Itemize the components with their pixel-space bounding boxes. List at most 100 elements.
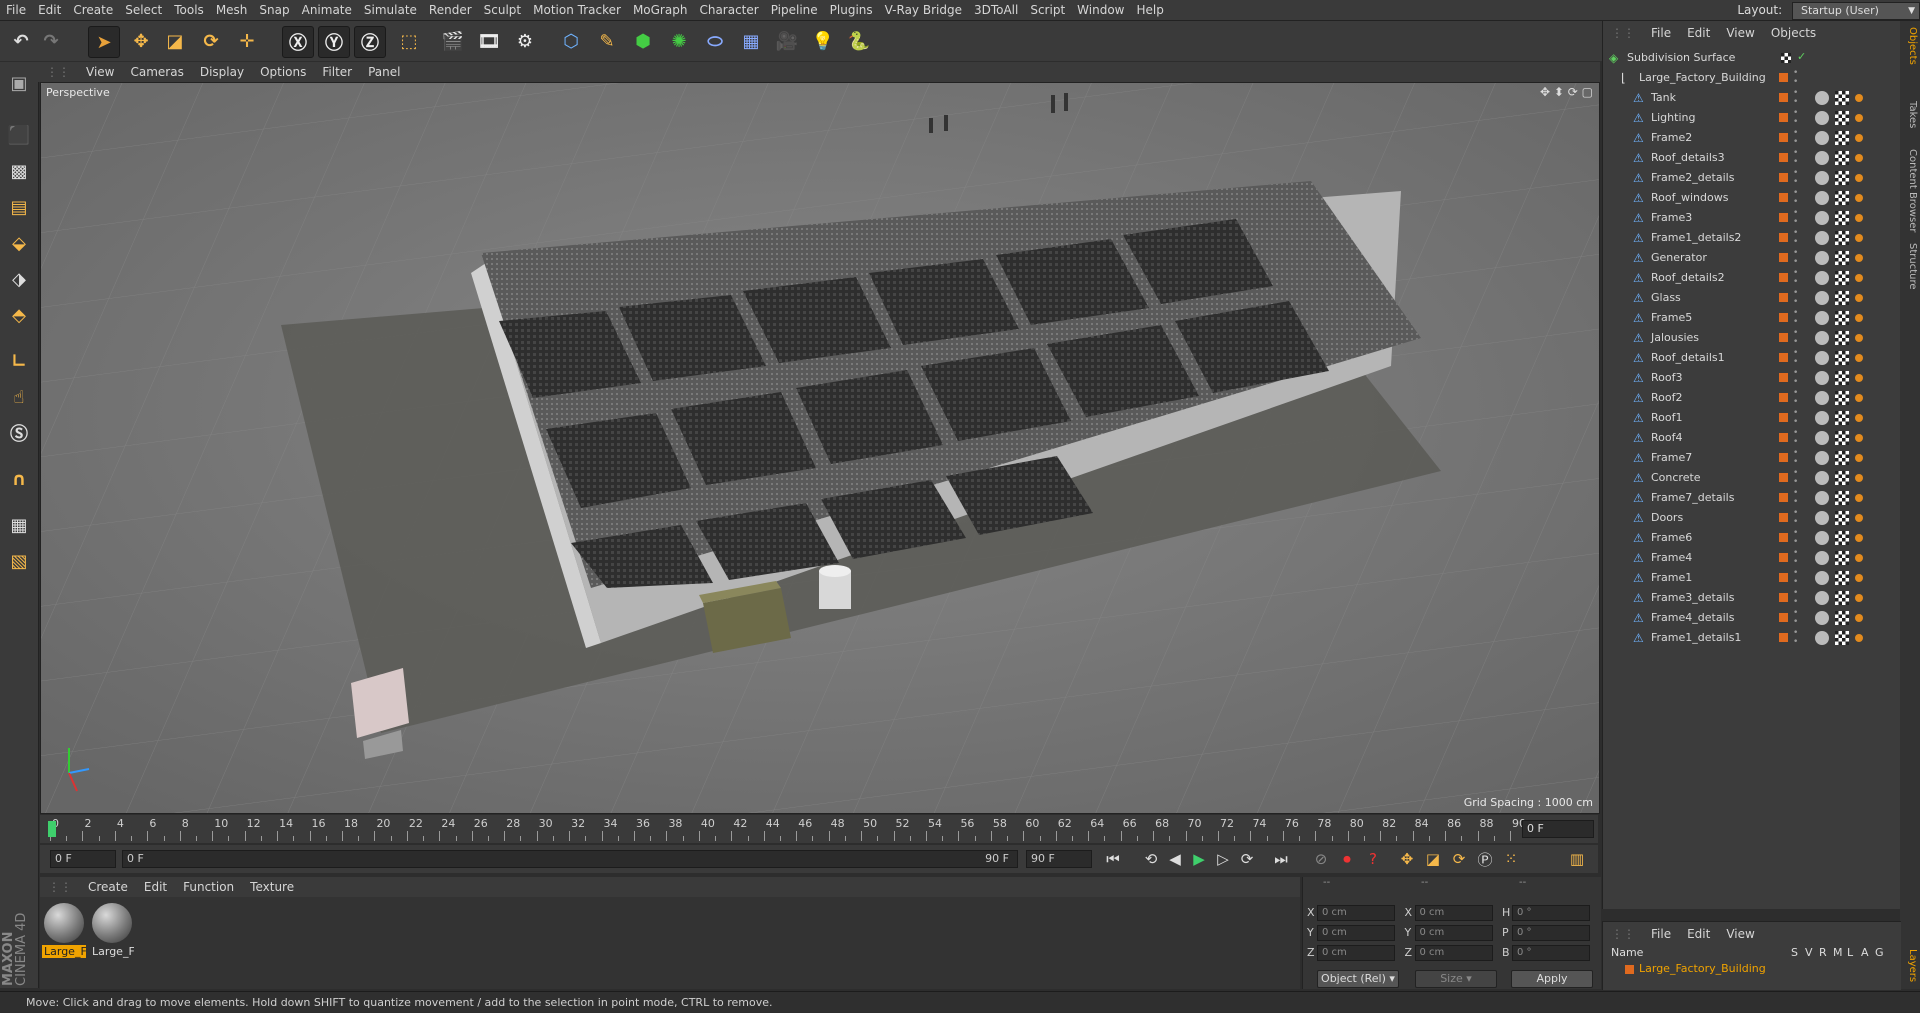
record-keys-icon[interactable]: ⊘ (1310, 848, 1332, 870)
texture-tag-icon[interactable] (1835, 591, 1849, 605)
visibility-dots-icon[interactable]: • • (1793, 409, 1798, 427)
layer-tag-icon[interactable] (1779, 213, 1788, 222)
material-menu-create[interactable]: Create (80, 877, 136, 897)
menu-snap[interactable]: Snap (253, 0, 295, 20)
pen-icon[interactable]: ✎ (592, 26, 622, 56)
size-z-field[interactable]: 0 cm (1414, 945, 1493, 961)
texture-tag-icon[interactable] (1835, 471, 1849, 485)
phong-tag-icon[interactable] (1855, 254, 1863, 262)
texture-tag-icon[interactable] (1835, 171, 1849, 185)
enabled-check-icon[interactable]: ✓ (1797, 50, 1806, 63)
visibility-dots-icon[interactable]: • • (1793, 369, 1798, 387)
viewport-nav-icons[interactable]: ✥ ⬍ ⟳ ▢ (1540, 85, 1593, 99)
layer-tag-icon[interactable] (1779, 433, 1788, 442)
visibility-dots-icon[interactable]: • • (1793, 189, 1798, 207)
object-row-frame3-details[interactable]: ⚠ Frame3_details • • (1603, 588, 1901, 608)
phong-tag-icon[interactable] (1855, 334, 1863, 342)
object-row-frame6[interactable]: ⚠ Frame6 • • (1603, 528, 1901, 548)
key-rotation-icon[interactable]: ⟳ (1448, 848, 1470, 870)
subdivision-icon[interactable]: ⬢ (628, 26, 658, 56)
object-row-doors[interactable]: ⚠ Doors • • (1603, 508, 1901, 528)
layer-tag-icon[interactable] (1779, 73, 1788, 82)
object-row-concrete[interactable]: ⚠ Concrete • • (1603, 468, 1901, 488)
object-row-frame1[interactable]: ⚠ Frame1 • • (1603, 568, 1901, 588)
visibility-dots-icon[interactable]: • • (1793, 349, 1798, 367)
phong-tag-icon[interactable] (1855, 554, 1863, 562)
visibility-dots-icon[interactable]: • • (1793, 309, 1798, 327)
menu-3dtoall[interactable]: 3DToAll (968, 0, 1024, 20)
texture-tag-icon[interactable] (1835, 391, 1849, 405)
timeline-ruler[interactable]: 0246810121416182022242628303234363840424… (50, 815, 1530, 843)
material-tag-icon[interactable] (1815, 191, 1829, 205)
render-picture-viewer-icon[interactable]: 🎞 (474, 26, 504, 56)
object-row-lighting[interactable]: ⚠ Lighting • • (1603, 108, 1901, 128)
visibility-dots-icon[interactable]: • • (1793, 269, 1798, 287)
deformer-icon[interactable]: ⬭ (700, 26, 730, 56)
visibility-dots-icon[interactable]: • • (1793, 69, 1798, 87)
phong-tag-icon[interactable] (1855, 374, 1863, 382)
phong-tag-icon[interactable] (1855, 574, 1863, 582)
undo-icon[interactable]: ↶ (6, 26, 36, 56)
viewport-menu-filter[interactable]: Filter (314, 62, 360, 82)
material-tag-icon[interactable] (1815, 291, 1829, 305)
menu-sculpt[interactable]: Sculpt (478, 0, 527, 20)
size-y-field[interactable]: 0 cm (1414, 925, 1493, 941)
material-swatch[interactable]: Large_F (90, 901, 134, 958)
layer-tag-icon[interactable] (1779, 613, 1788, 622)
workplane-grid-icon[interactable]: ▦ (4, 510, 34, 540)
phong-tag-icon[interactable] (1855, 414, 1863, 422)
layer-tag-icon[interactable] (1779, 573, 1788, 582)
visibility-dots-icon[interactable]: • • (1793, 569, 1798, 587)
object-row-frame7-details[interactable]: ⚠ Frame7_details • • (1603, 488, 1901, 508)
current-frame-field[interactable]: 0 F (1522, 820, 1594, 838)
visibility-dots-icon[interactable]: • • (1793, 529, 1798, 547)
snap-magnet-icon[interactable]: ∩ (4, 464, 34, 494)
light-icon[interactable]: 💡 (808, 26, 838, 56)
model-mode-icon[interactable]: ⬛ (4, 120, 34, 150)
texture-tag-icon[interactable] (1835, 571, 1849, 585)
layer-tag-icon[interactable] (1779, 273, 1788, 282)
phong-tag-icon[interactable] (1855, 534, 1863, 542)
texture-tag-icon[interactable] (1835, 291, 1849, 305)
position-x-field[interactable]: 0 cm (1317, 905, 1395, 921)
redo-icon[interactable]: ↷ (36, 26, 66, 56)
quantize-icon[interactable]: ▧ (4, 546, 34, 576)
layer-tag-icon[interactable] (1779, 353, 1788, 362)
material-tag-icon[interactable] (1815, 591, 1829, 605)
visibility-dots-icon[interactable]: • • (1793, 249, 1798, 267)
object-row-roof2[interactable]: ⚠ Roof2 • • (1603, 388, 1901, 408)
visibility-dots-icon[interactable]: • • (1793, 549, 1798, 567)
menu-simulate[interactable]: Simulate (358, 0, 423, 20)
layer-menu-edit[interactable]: Edit (1679, 925, 1718, 943)
material-tag-icon[interactable] (1815, 91, 1829, 105)
texture-tag-icon[interactable] (1835, 311, 1849, 325)
object-row-frame4-details[interactable]: ⚠ Frame4_details • • (1603, 608, 1901, 628)
layer-tag-icon[interactable] (1779, 293, 1788, 302)
texture-tag-icon[interactable] (1835, 151, 1849, 165)
menu-mesh[interactable]: Mesh (210, 0, 254, 20)
material-tag-icon[interactable] (1815, 131, 1829, 145)
texture-tag-icon[interactable] (1835, 451, 1849, 465)
texture-tag-icon[interactable] (1835, 551, 1849, 565)
keyframe-selection-icon[interactable]: ? (1362, 848, 1384, 870)
layer-tag-icon[interactable] (1779, 593, 1788, 602)
object-row-frame7[interactable]: ⚠ Frame7 • • (1603, 448, 1901, 468)
texture-tag-icon[interactable] (1835, 251, 1849, 265)
phong-tag-icon[interactable] (1855, 274, 1863, 282)
visibility-dots-icon[interactable]: • • (1793, 609, 1798, 627)
viewport-menu-panel[interactable]: Panel (360, 62, 408, 82)
layer-tag-icon[interactable] (1779, 533, 1788, 542)
texture-mode-icon[interactable]: ▩ (4, 156, 34, 186)
visibility-dots-icon[interactable]: • • (1793, 329, 1798, 347)
material-tag-icon[interactable] (1815, 611, 1829, 625)
polygons-mode-icon[interactable]: ⬘ (4, 300, 34, 330)
menu-pipeline[interactable]: Pipeline (765, 0, 824, 20)
menu-help[interactable]: Help (1130, 0, 1169, 20)
layer-tag-icon[interactable] (1779, 513, 1788, 522)
solo-icon[interactable]: Ⓢ (4, 418, 34, 448)
previous-frame-icon[interactable]: ◀ (1164, 848, 1186, 870)
go-to-start-icon[interactable]: ⏮ (1102, 848, 1124, 870)
object-row-frame3[interactable]: ⚠ Frame3 • • (1603, 208, 1901, 228)
layer-tag-icon[interactable] (1779, 93, 1788, 102)
key-pla-icon[interactable]: ⁙ (1500, 848, 1522, 870)
